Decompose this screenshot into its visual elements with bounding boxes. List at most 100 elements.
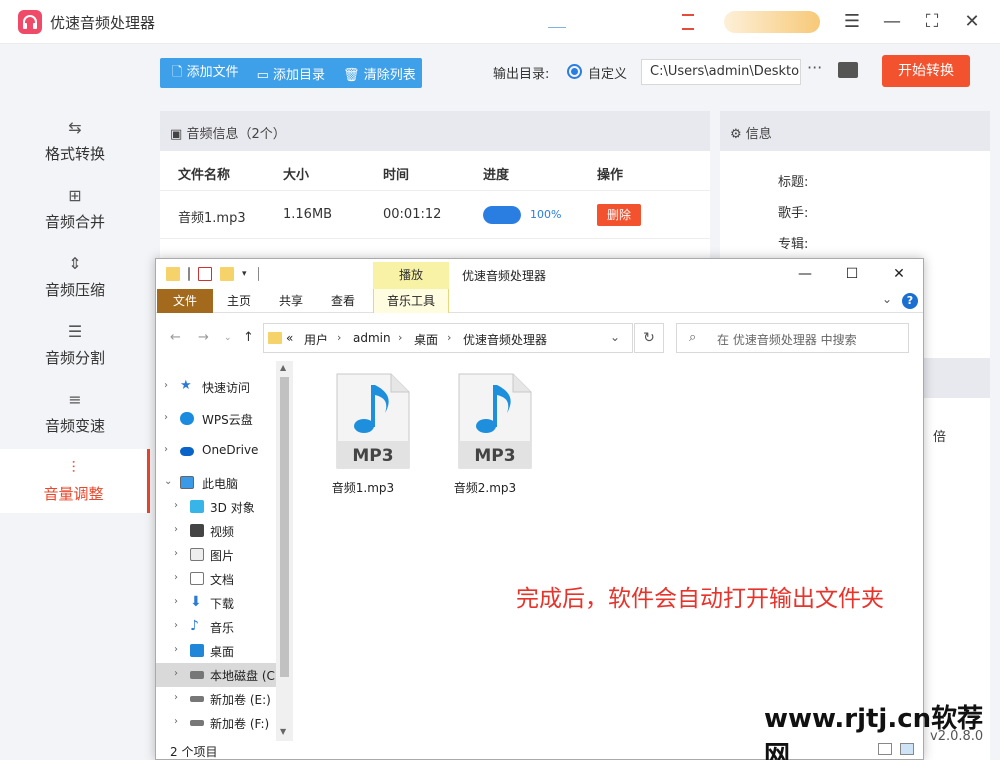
search-icon: ⌕ xyxy=(689,330,697,345)
search-input[interactable]: ⌕ 在 优速音频处理器 中搜索 xyxy=(676,323,909,353)
ribbon-expand-icon[interactable]: ⌄ xyxy=(882,292,892,306)
breadcrumb-overflow[interactable]: « xyxy=(286,331,293,345)
chevron-right-icon[interactable]: › xyxy=(164,380,168,391)
customize-dropdown-icon[interactable]: ▾ xyxy=(242,267,256,281)
tab-music-tools[interactable]: 音乐工具 xyxy=(373,289,449,313)
chevron-right-icon[interactable]: › xyxy=(174,716,178,727)
chevron-right-icon[interactable]: › xyxy=(174,644,178,655)
nav-item-quick-access[interactable]: › ★ 快速访问 xyxy=(156,375,293,399)
sidebar-item-format-convert[interactable]: ⇆ 格式转换 xyxy=(0,109,150,173)
picture-icon xyxy=(190,548,204,561)
file-time-cell: 00:01:12 xyxy=(383,207,442,222)
chevron-right-icon[interactable]: › xyxy=(174,668,178,679)
fullscreen-icon[interactable]: ⛶ xyxy=(920,10,944,34)
menu-icon[interactable]: ☰ xyxy=(840,10,864,34)
tab-view[interactable]: 查看 xyxy=(322,289,364,313)
chevron-right-icon[interactable]: › xyxy=(174,596,178,607)
help-icon[interactable]: ? xyxy=(902,293,918,309)
mp3-file-icon: MP3 xyxy=(336,373,410,469)
delete-button[interactable]: 删除 xyxy=(597,204,641,226)
album-field-label: 专辑: xyxy=(778,237,809,252)
audio-info-header: ▣ 音频信息（2个） xyxy=(160,111,710,151)
close-icon[interactable]: ✕ xyxy=(884,264,914,284)
chevron-down-icon[interactable]: ⌄ xyxy=(610,330,620,344)
cloud-icon[interactable] xyxy=(548,18,566,28)
back-icon[interactable]: ← xyxy=(170,330,181,345)
chevron-right-icon[interactable]: › xyxy=(174,692,178,703)
sidebar-item-volume[interactable]: ⫶ 音量调整 xyxy=(0,449,150,513)
nav-item-local-disk-c[interactable]: › 本地磁盘 (C: xyxy=(156,663,293,687)
output-path-field[interactable]: C:\Users\admin\Desktop xyxy=(641,59,801,85)
file-item[interactable]: MP3 音频2.mp3 xyxy=(435,373,535,503)
nav-item-drive-e[interactable]: › 新加卷 (E:) xyxy=(156,687,293,711)
chevron-right-icon[interactable]: › xyxy=(174,500,178,511)
document-icon xyxy=(190,572,204,585)
nav-item-downloads[interactable]: › ⬇ 下载 xyxy=(156,591,293,615)
volume-icon: ⫶ xyxy=(71,458,76,477)
breadcrumb-desktop[interactable]: 桌面 xyxy=(414,331,438,348)
nav-item-desktop[interactable]: › 桌面 xyxy=(156,639,293,663)
folder-icon xyxy=(166,267,180,281)
more-options-button[interactable]: ··· xyxy=(807,58,822,77)
chevron-right-icon[interactable]: › xyxy=(174,548,178,559)
nav-item-this-pc[interactable]: ⌄ 此电脑 xyxy=(156,471,293,495)
forward-icon[interactable]: → xyxy=(198,330,209,345)
tab-share[interactable]: 共享 xyxy=(270,289,312,313)
separator xyxy=(188,267,190,281)
address-bar[interactable]: « 用户 › admin › 桌面 › 优速音频处理器 ⌄ xyxy=(263,323,633,353)
chevron-down-icon[interactable]: ⌄ xyxy=(164,476,172,487)
nav-item-wps-cloud[interactable]: › WPS云盘 xyxy=(156,407,293,431)
chevron-right-icon[interactable]: › xyxy=(174,524,178,535)
custom-radio[interactable] xyxy=(567,64,582,79)
scroll-down-icon[interactable]: ▼ xyxy=(280,727,286,736)
start-convert-button[interactable]: 开始转换 xyxy=(882,55,970,87)
vip-button[interactable] xyxy=(724,11,820,33)
nav-item-drive-f[interactable]: › 新加卷 (F:) xyxy=(156,711,293,735)
nav-item-pictures[interactable]: › 图片 xyxy=(156,543,293,567)
up-icon[interactable]: ↑ xyxy=(243,330,254,345)
nav-item-music[interactable]: › ♪ 音乐 xyxy=(156,615,293,639)
minimize-icon[interactable]: — xyxy=(790,264,820,284)
chevron-right-icon[interactable]: › xyxy=(164,444,168,455)
clear-list-button[interactable]: 🗑 清除列表 xyxy=(343,64,416,83)
gift-icon[interactable] xyxy=(682,14,694,30)
table-row[interactable]: 音频1.mp3 1.16MB 00:01:12 100% 删除 xyxy=(160,191,710,239)
scroll-thumb[interactable] xyxy=(280,377,289,677)
nav-item-onedrive[interactable]: › OneDrive xyxy=(156,439,293,463)
chevron-right-icon[interactable]: › xyxy=(164,412,168,423)
nav-scrollbar[interactable]: ▲ ▼ xyxy=(276,361,293,741)
scroll-up-icon[interactable]: ▲ xyxy=(280,363,286,372)
info-title: 信息 xyxy=(745,127,772,142)
sidebar-item-merge[interactable]: ⊞ 音频合并 xyxy=(0,177,150,241)
close-icon[interactable]: ✕ xyxy=(960,10,984,34)
download-icon: ⬇ xyxy=(190,594,202,610)
add-file-button[interactable]: 🗋 添加文件 xyxy=(172,61,239,85)
image-icon: ▣ xyxy=(170,127,183,142)
sidebar-item-compress[interactable]: ⇕ 音频压缩 xyxy=(0,245,150,309)
add-folder-button[interactable]: ▭ 添加目录 xyxy=(257,64,325,83)
refresh-icon[interactable]: ↻ xyxy=(634,323,664,353)
file-toolbar: 🗋 添加文件 ▭ 添加目录 🗑 清除列表 xyxy=(160,58,422,88)
nav-item-3d-objects[interactable]: › 3D 对象 xyxy=(156,495,293,519)
nav-item-videos[interactable]: › 视频 xyxy=(156,519,293,543)
new-folder-icon[interactable] xyxy=(220,267,234,281)
tab-file[interactable]: 文件 xyxy=(157,289,213,313)
tab-home[interactable]: 主页 xyxy=(218,289,260,313)
file-item[interactable]: MP3 音频1.mp3 xyxy=(313,373,413,503)
add-folder-label: 添加目录 xyxy=(273,67,326,83)
sidebar-item-speed[interactable]: ≡ 音频变速 xyxy=(0,381,150,445)
breadcrumb-admin[interactable]: admin xyxy=(353,331,391,345)
nav-item-documents[interactable]: › 文档 xyxy=(156,567,293,591)
open-folder-icon[interactable] xyxy=(838,62,858,78)
sidebar-item-split[interactable]: ☰ 音频分割 xyxy=(0,313,150,377)
desktop-icon xyxy=(190,644,204,657)
breadcrumb-separator: › xyxy=(398,331,403,344)
chevron-right-icon[interactable]: › xyxy=(174,620,178,631)
minimize-icon[interactable]: — xyxy=(880,10,904,34)
recent-dropdown-icon[interactable]: ⌄ xyxy=(224,333,232,343)
properties-icon[interactable] xyxy=(198,267,212,281)
chevron-right-icon[interactable]: › xyxy=(174,572,178,583)
breadcrumb-users[interactable]: 用户 xyxy=(304,331,328,348)
maximize-icon[interactable]: ☐ xyxy=(837,264,867,284)
breadcrumb-current[interactable]: 优速音频处理器 xyxy=(463,331,547,348)
